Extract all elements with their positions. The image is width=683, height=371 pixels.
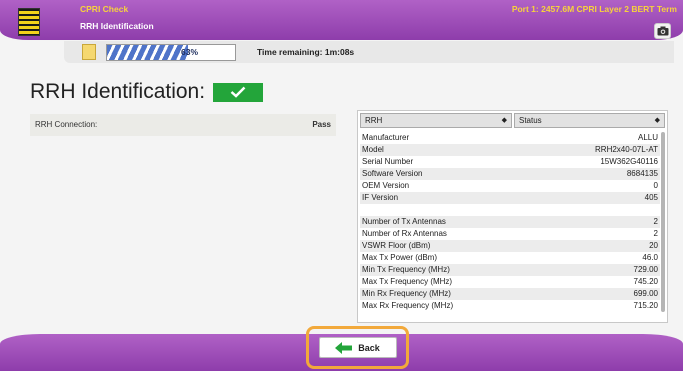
status-column-select[interactable]: Status ◆ — [514, 113, 665, 128]
checkmark-icon — [230, 86, 246, 98]
row-label: Software Version — [362, 169, 423, 178]
row-label: Model — [362, 145, 384, 154]
progress-fill — [107, 45, 188, 60]
table-row: IF Version 405 — [360, 192, 660, 204]
page-title-text: RRH Identification: — [30, 80, 206, 103]
back-button-label: Back — [358, 342, 380, 353]
row-value: 729.00 — [633, 265, 658, 274]
rrh-column-label: RRH — [365, 116, 383, 125]
test-title: CPRI Check — [80, 4, 129, 14]
row-label: Max Tx Power (dBm) — [362, 253, 437, 262]
test-progress-bar: 63% — [106, 44, 236, 61]
back-button[interactable]: Back — [318, 337, 397, 358]
table-row: Number of Tx Antennas 2 — [360, 216, 660, 228]
table-row: Number of Rx Antennas 2 — [360, 228, 660, 240]
updown-arrow-icon: ◆ — [654, 117, 660, 124]
status-column-label: Status — [519, 116, 542, 125]
table-row: Max Tx Power (dBm) 46.0 — [360, 252, 660, 264]
table-row: VSWR Floor (dBm) 20 — [360, 240, 660, 252]
port-info: Port 1: 2457.6M CPRI Layer 2 BERT Term — [511, 4, 677, 14]
table-row: Model RRH2x40-07L-AT — [360, 144, 660, 156]
back-button-highlight[interactable]: Back — [306, 326, 409, 369]
row-label: Serial Number — [362, 157, 414, 166]
row-value: 2 — [653, 229, 658, 238]
rrh-column-select[interactable]: RRH ◆ — [360, 113, 512, 128]
row-label: Number of Rx Antennas — [362, 229, 447, 238]
row-label: Manufacturer — [362, 133, 410, 142]
notes-icon[interactable] — [82, 44, 96, 60]
row-value: 20 — [649, 241, 658, 250]
row-label: VSWR Floor (dBm) — [362, 241, 431, 250]
updown-arrow-icon: ◆ — [501, 117, 507, 124]
time-remaining: Time remaining: 1m:08s — [257, 47, 355, 57]
arrow-left-icon — [335, 341, 353, 354]
row-value: 715.20 — [633, 301, 658, 310]
screen-subtitle: RRH Identification — [80, 21, 154, 31]
camera-icon — [657, 26, 668, 36]
table-row: OEM Version 0 — [360, 180, 660, 192]
row-value: 699.00 — [633, 289, 658, 298]
rrh-details-table: RRH ◆ Status ◆ Manufacturer ALLU Model RRH2… — [357, 110, 668, 323]
status-strip: 63% Time remaining: 1m:08s — [64, 41, 674, 63]
page-title: RRH Identification: — [30, 80, 264, 104]
pass-badge — [213, 82, 264, 102]
row-value: 405 — [644, 193, 658, 202]
row-label: Number of Tx Antennas — [362, 217, 446, 226]
progress-percent: 63% — [181, 47, 199, 57]
table-header: RRH ◆ Status ◆ — [360, 113, 665, 128]
rrh-connection-value: Pass — [312, 120, 331, 129]
row-label: Max Tx Frequency (MHz) — [362, 277, 453, 286]
table-row: Max Tx Frequency (MHz) 745.20 — [360, 276, 660, 288]
row-value: 15W362G40116 — [600, 157, 658, 166]
row-label: Max Rx Frequency (MHz) — [362, 301, 454, 310]
table-row: Min Tx Frequency (MHz) 729.00 — [360, 264, 660, 276]
table-row: Manufacturer ALLU — [360, 132, 660, 144]
table-row: Min Rx Frequency (MHz) 699.00 — [360, 288, 660, 300]
row-value: 46.0 — [642, 253, 658, 262]
row-value: 745.20 — [633, 277, 658, 286]
row-label: OEM Version — [362, 181, 410, 190]
rrh-connection-row: RRH Connection: Pass — [30, 114, 336, 136]
row-value: RRH2x40-07L-AT — [595, 145, 658, 154]
table-row: Software Version 8684135 — [360, 168, 660, 180]
row-label: Min Tx Frequency (MHz) — [362, 265, 450, 274]
table-body: Manufacturer ALLU Model RRH2x40-07L-AT Seria… — [360, 132, 660, 312]
app-logo-icon[interactable] — [18, 8, 40, 36]
screenshot-button[interactable] — [654, 23, 671, 39]
row-value: ALLU — [637, 133, 658, 142]
row-label: Min Rx Frequency (MHz) — [362, 289, 451, 298]
row-value: 2 — [653, 217, 658, 226]
row-label: IF Version — [362, 193, 399, 202]
table-scrollbar[interactable] — [661, 132, 665, 312]
row-value: 0 — [653, 181, 658, 190]
table-row — [360, 204, 660, 216]
app-header: CPRI Check RRH Identification Port 1: 24… — [0, 0, 683, 40]
table-row: Serial Number 15W362G40116 — [360, 156, 660, 168]
row-value: 8684135 — [626, 169, 658, 178]
table-row: Max Rx Frequency (MHz) 715.20 — [360, 300, 660, 312]
rrh-connection-label: RRH Connection: — [35, 120, 98, 129]
